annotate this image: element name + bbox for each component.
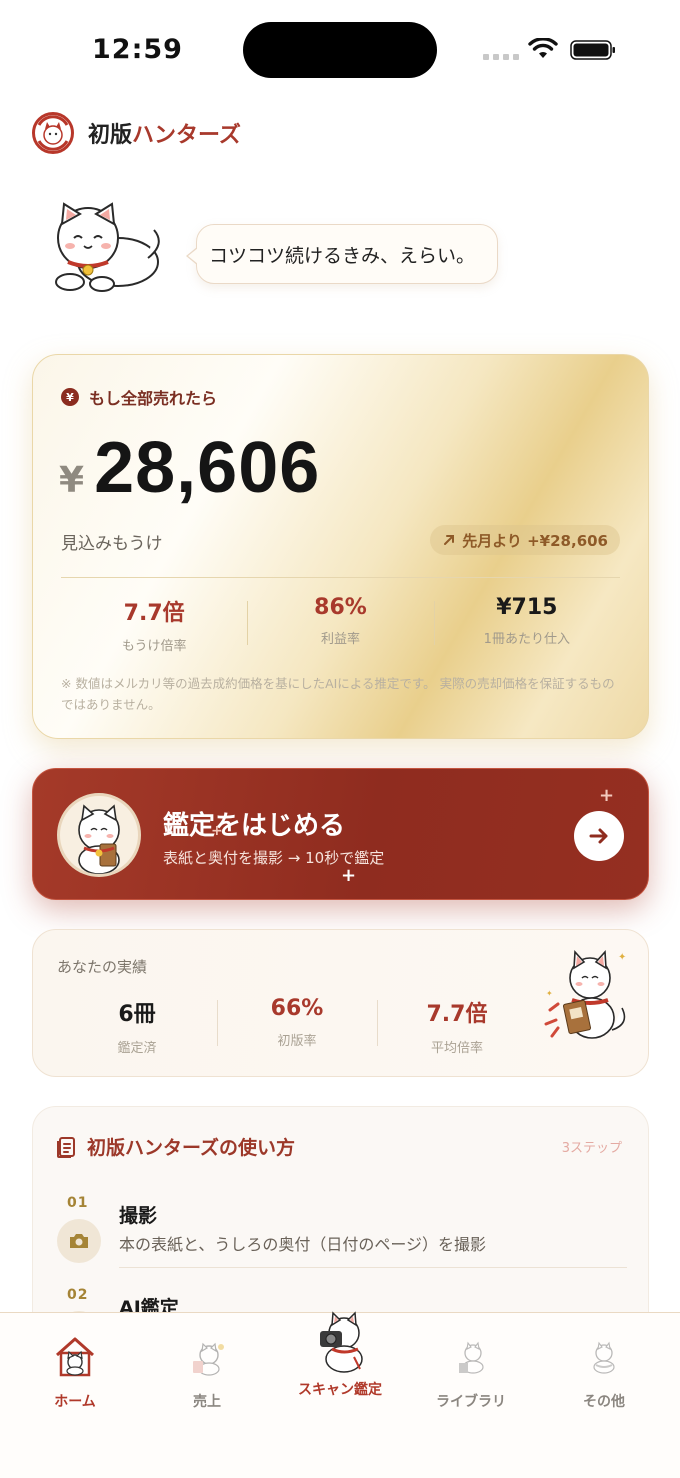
stat-cost-per-book: ¥715 1冊あたり仕入 [433,595,620,655]
stat-label: 1冊あたり仕入 [483,632,570,647]
tab-library[interactable]: ライブラリ [421,1335,521,1411]
other-cat-icon [582,1335,626,1379]
sales-cat-icon [185,1335,229,1379]
library-cat-icon [449,1335,493,1379]
stat-value: 86% [314,595,367,620]
app-logo [32,112,74,154]
svg-text:✦: ✦ [618,952,626,963]
arrow-right-icon[interactable] [574,811,624,861]
step-description: 本の表紙と、うしろの奥付（日付のページ）を撮影 [119,1235,487,1254]
stat-label: 初版率 [277,1034,317,1049]
divider [119,1267,627,1268]
signal-icon [483,54,519,60]
tab-label: ホーム [54,1394,96,1410]
stat-appraised-count: 6冊 鑑定済 [57,996,217,1056]
dynamic-island [243,22,437,78]
profit-card-label: ¥ もし全部売れたら [61,385,217,409]
step-number: 01 [67,1195,89,1211]
tab-sales[interactable]: 売上 [157,1335,257,1411]
step-count-label: 3ステップ [561,1141,622,1156]
home-cat-icon [53,1335,97,1379]
step-title: 撮影 [119,1205,158,1227]
yen-icon: ¥ [61,388,79,406]
svg-text:✦: ✦ [546,989,553,998]
tab-other[interactable]: その他 [554,1335,654,1411]
stat-label: 平均倍率 [430,1041,483,1056]
stat-label: 利益率 [320,632,360,647]
sparkle-icon: + [341,865,357,886]
tab-label: スキャン鑑定 [298,1382,382,1398]
stat-label: もうけ倍率 [121,639,187,654]
stat-multiplier: 7.7倍 もうけ倍率 [61,595,247,655]
mascot-cat-image [44,200,164,296]
tab-label: ライブラリ [436,1394,506,1410]
achievement-stats: 6冊 鑑定済 66% 初版率 7.7倍 平均倍率 [57,996,537,1056]
mascot-cat-avatar [57,793,141,877]
profit-stats: 7.7倍 もうけ倍率 86% 利益率 ¥715 1冊あたり仕入 [61,595,620,655]
stat-value: 6冊 [118,1002,156,1027]
tab-scan-appraisal[interactable]: スキャン鑑定 [290,1311,390,1399]
tab-home[interactable]: ホーム [25,1335,125,1411]
stat-label: 鑑定済 [117,1041,157,1056]
sparkle-icon: + [211,823,223,839]
wifi-icon [528,38,558,58]
document-icon [57,1136,75,1158]
scan-cat-camera-icon [310,1311,370,1373]
stat-value: ¥715 [496,595,558,620]
stat-margin: 86% 利益率 [247,595,433,655]
stat-value: 7.7倍 [123,601,185,626]
status-bar: 12:59 [0,0,680,100]
camera-icon [57,1219,101,1263]
profit-sub-label: 見込みもうけ [61,534,163,554]
stat-value: 7.7倍 [426,1002,488,1027]
sparkle-icon: + [599,785,615,806]
stat-average-multiplier: 7.7倍 平均倍率 [377,996,537,1056]
battery-icon [570,40,615,60]
start-appraisal-button[interactable]: 鑑定をはじめる 表紙と奥付を撮影 → 10秒で鑑定 + + + [32,768,649,900]
profit-amount: ¥ 28,606 [59,427,320,509]
status-time: 12:59 [92,34,183,65]
achievements-title: あなたの実績 [57,958,148,976]
disclaimer-note: ※ 数値はメルカリ等の過去成約価格を基にしたAIによる推定です。 実際の売却価格… [61,676,615,712]
projected-profit-card[interactable]: ¥ もし全部売れたら ¥ 28,606 見込みもうけ 先月より +¥28,606… [32,354,649,739]
mascot-cat-with-book-image: ✦ ✦ [542,946,632,1046]
app-title: 初版ハンターズ [88,122,241,148]
tab-label: その他 [583,1394,625,1410]
currency-symbol: ¥ [59,460,85,501]
monthly-change-badge: 先月より +¥28,606 [430,525,620,555]
divider [61,577,620,578]
step-number: 02 [67,1287,89,1303]
cta-title: 鑑定をはじめる [163,811,346,841]
step-item: 01 撮影 本の表紙と、うしろの奥付（日付のページ）を撮影 [57,1195,627,1275]
app-header: 初版ハンターズ [32,112,241,154]
how-to-title: 初版ハンターズの使い方 [57,1133,295,1160]
achievements-card: あなたの実績 6冊 鑑定済 66% 初版率 7.7倍 平均倍率 ✦ ✦ [32,929,649,1077]
tab-label: 売上 [193,1394,221,1410]
arrow-up-right-icon [444,535,455,545]
stat-first-edition-rate: 66% 初版率 [217,996,377,1056]
profit-value: 28,606 [94,428,321,508]
speech-bubble: コツコツ続けるきみ、えらい。 [185,224,499,284]
bottom-tab-bar: ホーム 売上 スキャン鑑定 ライブラリ その他 [0,1311,680,1478]
stat-value: 66% [270,996,324,1021]
